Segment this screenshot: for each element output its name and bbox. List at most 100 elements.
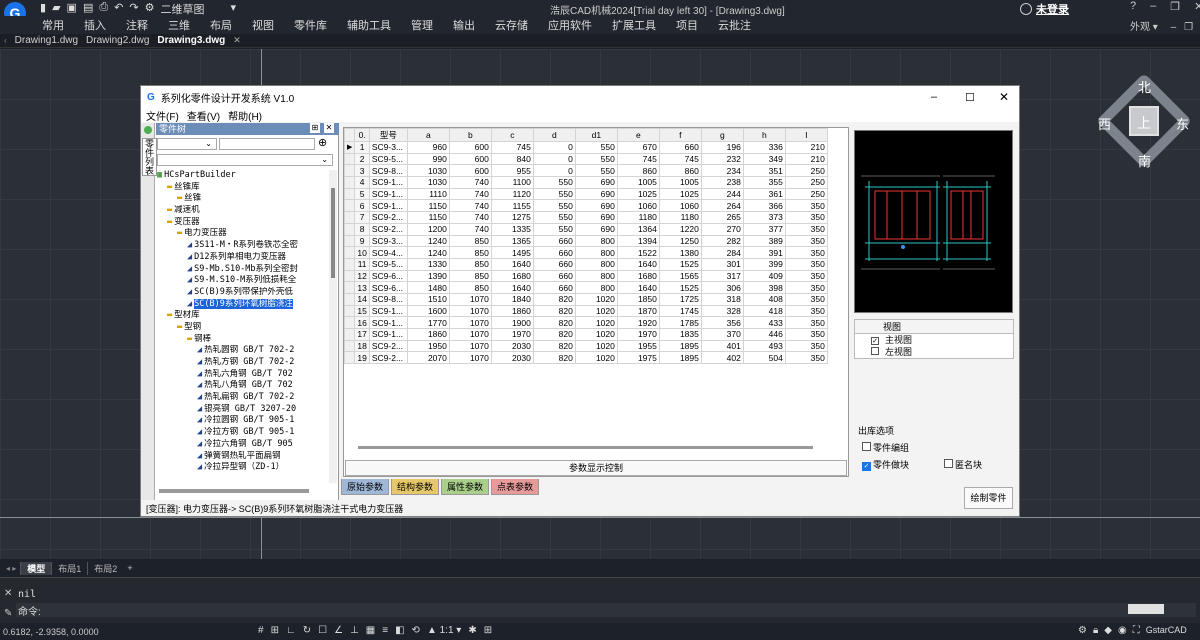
parameter-grid[interactable]: 0. 型号 a b c d d1 e f g h I ▶ 1 SC9-3... 960 600 745 0 550 6…: [343, 127, 849, 477]
table-cell[interactable]: 1870: [616, 304, 660, 318]
table-cell[interactable]: 4: [354, 176, 370, 189]
table-row[interactable]: 19 SC9-2... 2070 1070 2030 820 1020 1975 1895 402…: [344, 351, 828, 365]
grid-toggle-icon[interactable]: #: [258, 625, 264, 636]
table-cell[interactable]: 377: [742, 222, 786, 236]
table-cell[interactable]: 1365: [490, 234, 534, 248]
table-cell[interactable]: 232: [700, 152, 744, 166]
table-row[interactable]: 13 SC9-6... 1480 850 1640 660 800 1640 1525 306 39…: [344, 281, 828, 294]
document-tab-2[interactable]: Drawing2.dwg: [82, 34, 153, 48]
table-cell[interactable]: 0: [532, 141, 576, 154]
table-cell[interactable]: 350: [784, 328, 828, 341]
column-header[interactable]: d1: [574, 128, 618, 142]
table-cell[interactable]: 1180: [658, 211, 702, 224]
table-cell[interactable]: 1020: [574, 304, 618, 318]
ortho-toggle-icon[interactable]: ∟: [286, 625, 296, 636]
table-cell[interactable]: 1030: [406, 176, 450, 189]
tree-node[interactable]: ◢ D12系列单相电力变压器: [157, 252, 329, 264]
table-cell[interactable]: 13: [354, 281, 370, 294]
open-folder-icon[interactable]: ▰: [52, 1, 60, 17]
table-cell[interactable]: 1640: [616, 281, 660, 294]
table-cell[interactable]: 361: [742, 187, 786, 201]
tree-node[interactable]: ▬ 电力变压器: [157, 228, 329, 240]
param-tab-3[interactable]: 点表参数: [491, 479, 540, 495]
table-cell[interactable]: 391: [742, 246, 786, 259]
view-row[interactable]: ✓ 主视图: [855, 334, 1013, 346]
tree-node[interactable]: ◢ 热轧圆钢 GB/T 702-2: [157, 345, 329, 357]
dialog-menu-item-1[interactable]: 查看(V): [187, 108, 220, 123]
table-cell[interactable]: 306: [700, 281, 744, 294]
close-tab-icon[interactable]: ✕: [233, 35, 241, 46]
table-cell[interactable]: 402: [700, 351, 744, 365]
save-icon[interactable]: ▣: [67, 1, 77, 17]
table-cell[interactable]: 1525: [658, 281, 702, 294]
column-header[interactable]: c: [490, 128, 534, 142]
table-cell[interactable]: 1200: [406, 222, 450, 236]
table-cell[interactable]: 960: [406, 141, 450, 154]
table-cell[interactable]: 1860: [406, 328, 450, 341]
layout-tab-0[interactable]: 模型: [20, 561, 52, 575]
table-cell[interactable]: 660: [532, 257, 576, 271]
tree-node[interactable]: ▬ 丝锥库: [157, 182, 329, 194]
tree-node[interactable]: ◢ SC(B)9系列环氧树脂浇注: [157, 298, 329, 311]
tree-node[interactable]: ▬ 减速机: [157, 205, 329, 217]
table-cell[interactable]: 5: [354, 187, 370, 201]
table-cell[interactable]: 990: [406, 152, 450, 166]
table-cell[interactable]: 1525: [658, 257, 702, 271]
table-cell[interactable]: 6: [354, 199, 370, 213]
table-cell[interactable]: 210: [784, 141, 828, 154]
document-tab-3[interactable]: Drawing3.dwg: [153, 34, 229, 48]
table-cell[interactable]: 373: [742, 211, 786, 224]
table-cell[interactable]: 0: [532, 164, 576, 178]
add-layout-icon[interactable]: +: [127, 563, 132, 573]
table-cell[interactable]: 840: [490, 152, 534, 166]
ribbon-tab-5[interactable]: 视图: [242, 17, 284, 33]
tree-node[interactable]: ◢ 冷拉圆钢 GB/T 905-1: [157, 415, 329, 427]
tree-scroll-thumb[interactable]: [331, 188, 335, 278]
option-checkbox[interactable]: ✓: [862, 462, 871, 471]
table-cell[interactable]: 820: [532, 351, 576, 365]
tree-node[interactable]: ▬ 型钢: [157, 322, 329, 334]
table-cell[interactable]: 800: [574, 234, 618, 248]
table-cell[interactable]: 2070: [406, 351, 450, 365]
ribbon-tab-9[interactable]: 输出: [443, 17, 485, 33]
table-cell[interactable]: 1150: [406, 199, 450, 213]
table-cell[interactable]: 17: [354, 328, 370, 341]
export-option[interactable]: 零件编组: [862, 441, 909, 454]
table-cell[interactable]: 600: [448, 152, 492, 166]
table-cell[interactable]: 270: [700, 222, 744, 236]
table-cell[interactable]: 550: [532, 176, 576, 189]
column-header[interactable]: b: [448, 128, 492, 142]
table-row[interactable]: 17 SC9-1... 1860 1070 1970 820 1020 1970 1835 370…: [344, 328, 828, 341]
table-cell[interactable]: 1330: [406, 257, 450, 271]
otrack-toggle-icon[interactable]: ∠: [334, 625, 343, 636]
table-cell[interactable]: SC9-4...: [368, 246, 408, 259]
dialog-maximize-icon[interactable]: ☐: [965, 91, 975, 104]
table-cell[interactable]: 550: [532, 211, 576, 224]
restore-icon[interactable]: ❐: [1170, 0, 1180, 13]
table-cell[interactable]: 3: [354, 164, 370, 178]
table-cell[interactable]: 504: [742, 351, 786, 365]
table-cell[interactable]: 350: [784, 222, 828, 236]
table-cell[interactable]: 1150: [406, 211, 450, 224]
table-cell[interactable]: 282: [700, 234, 744, 248]
table-cell[interactable]: 16: [354, 316, 370, 329]
export-option[interactable]: ✓ 零件做块: [862, 458, 909, 471]
view-cube[interactable]: 上 北 南 西 东: [1095, 72, 1193, 170]
hardware-acceleration-icon[interactable]: ◆: [1104, 625, 1112, 636]
table-cell[interactable]: 660: [532, 246, 576, 259]
new-file-icon[interactable]: ▮: [40, 1, 46, 17]
ducs-toggle-icon[interactable]: ⊥: [350, 625, 359, 636]
dyn-toggle-icon[interactable]: ▦: [366, 625, 375, 636]
table-cell[interactable]: 18: [354, 339, 370, 353]
table-cell[interactable]: 1745: [658, 304, 702, 318]
table-cell[interactable]: 9: [354, 234, 370, 248]
table-cell[interactable]: 284: [700, 246, 744, 259]
column-header[interactable]: 型号: [368, 128, 408, 142]
table-cell[interactable]: 1895: [658, 339, 702, 353]
layout-tab-2[interactable]: 布局2: [87, 561, 123, 575]
dialog-menu-item-0[interactable]: 文件(F): [146, 108, 179, 123]
table-cell[interactable]: 1020: [574, 351, 618, 365]
table-cell[interactable]: 1394: [616, 234, 660, 248]
table-cell[interactable]: 350: [784, 351, 828, 365]
ribbon-tab-8[interactable]: 管理: [401, 17, 443, 33]
